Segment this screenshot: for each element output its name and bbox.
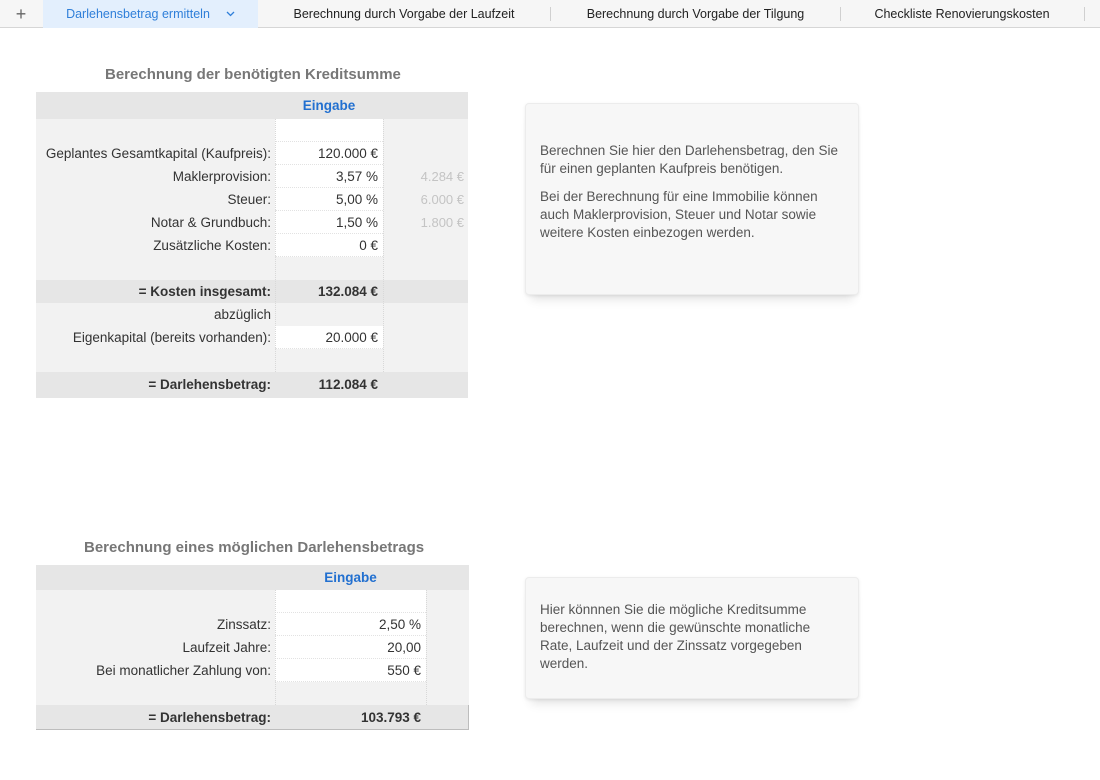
- tab-checkliste-renovierung[interactable]: Checkliste Renovierungskosten: [841, 0, 1083, 28]
- table-darlehensbetrag: Eingabe Zinssatz: 2,50 % Laufzeit Jahre:…: [36, 565, 469, 730]
- tab-label: Checkliste Renovierungskosten: [874, 7, 1050, 21]
- tab-vorgabe-tilgung[interactable]: Berechnung durch Vorgabe der Tilgung: [551, 0, 840, 28]
- label-zinssatz: Zinssatz:: [216, 617, 271, 632]
- input-steuer[interactable]: 5,00 %: [275, 188, 383, 211]
- input-monatliche-zahlung[interactable]: 550 €: [275, 659, 426, 682]
- grid-line: [275, 119, 276, 372]
- tab-label: Berechnung durch Vorgabe der Tilgung: [586, 7, 805, 21]
- info-card-darlehensbetrag: Hier könnnen Sie die mögliche Kreditsumm…: [525, 577, 859, 699]
- input-notar[interactable]: 1,50 %: [275, 211, 383, 234]
- label-maklerprovision: Maklerprovision:: [172, 169, 271, 184]
- sheet-tab-bar: + Darlehensbetrag ermitteln Berechnung d…: [0, 0, 1100, 28]
- column-header-eingabe: Eingabe: [302, 98, 356, 113]
- calc-notar: 1.800 €: [420, 215, 464, 230]
- section-title-kreditsumme: Berechnung der benötigten Kreditsumme: [105, 66, 401, 83]
- value-darlehensbetrag: 112.084 €: [318, 377, 378, 392]
- input-eigenkapital[interactable]: 20.000 €: [275, 326, 383, 349]
- table-row-blank: [36, 349, 468, 372]
- info-card-kreditsumme: Berechnen Sie hier den Darlehensbetrag, …: [525, 103, 859, 295]
- calc-steuer: 6.000 €: [420, 192, 464, 207]
- chevron-down-icon[interactable]: [226, 9, 235, 20]
- label-darlehensbetrag: = Darlehensbetrag:: [148, 710, 271, 725]
- value-kosten-insgesamt: 132.084 €: [317, 284, 378, 299]
- label-eigenkapital: Eigenkapital (bereits vorhanden):: [72, 330, 271, 345]
- tab-vorgabe-laufzeit[interactable]: Berechnung durch Vorgabe der Laufzeit: [258, 0, 550, 28]
- tab-divider: [1084, 7, 1085, 21]
- tab-darlehensbetrag-ermitteln[interactable]: Darlehensbetrag ermitteln: [43, 0, 258, 28]
- info-text: Bei der Berechnung für eine Immobilie kö…: [540, 189, 818, 240]
- input-laufzeit[interactable]: 20,00: [275, 636, 426, 659]
- label-notar: Notar & Grundbuch:: [150, 215, 271, 230]
- input-kaufpreis[interactable]: 120.000 €: [275, 142, 383, 165]
- column-header-eingabe: Eingabe: [324, 570, 377, 585]
- table-row-blank: [36, 682, 469, 705]
- label-kosten-insgesamt: = Kosten insgesamt:: [138, 284, 271, 299]
- grid-line: [426, 590, 427, 705]
- input-cell-blank[interactable]: [275, 119, 383, 142]
- table-row-blank: [36, 119, 468, 142]
- label-laufzeit: Laufzeit Jahre:: [182, 640, 271, 655]
- add-sheet-button[interactable]: +: [0, 0, 42, 28]
- input-cell-blank[interactable]: [275, 590, 426, 613]
- grid-line: [275, 590, 276, 705]
- input-zinssatz[interactable]: 2,50 %: [275, 613, 426, 636]
- label-zusatzkosten: Zusätzliche Kosten:: [153, 238, 271, 253]
- label-steuer: Steuer:: [227, 192, 271, 207]
- calc-maklerprovision: 4.284 €: [420, 169, 464, 184]
- table-kreditsumme: Eingabe Geplantes Gesamtkapital (Kaufpre…: [36, 92, 468, 398]
- label-monatliche-zahlung: Bei monatlicher Zahlung von:: [96, 663, 271, 678]
- label-darlehensbetrag: = Darlehensbetrag:: [148, 377, 271, 392]
- tab-label: Darlehensbetrag ermitteln: [66, 7, 210, 21]
- label-abzueglich: abzüglich: [213, 307, 271, 322]
- label-kaufpreis: Geplantes Gesamtkapital (Kaufpreis):: [45, 146, 271, 161]
- info-text: Hier könnnen Sie die mögliche Kreditsumm…: [540, 602, 811, 671]
- info-text: Berechnen Sie hier den Darlehensbetrag, …: [540, 143, 838, 176]
- section-title-darlehensbetrag: Berechnung eines möglichen Darlehensbetr…: [84, 539, 425, 556]
- grid-line: [383, 119, 384, 372]
- table-header-row: [36, 92, 468, 119]
- tab-label: Berechnung durch Vorgabe der Laufzeit: [293, 7, 515, 21]
- table-row-blank: [36, 257, 468, 280]
- input-maklerprovision[interactable]: 3,57 %: [275, 165, 383, 188]
- value-darlehensbetrag: 103.793 €: [360, 710, 421, 725]
- input-zusatzkosten[interactable]: 0 €: [275, 234, 383, 257]
